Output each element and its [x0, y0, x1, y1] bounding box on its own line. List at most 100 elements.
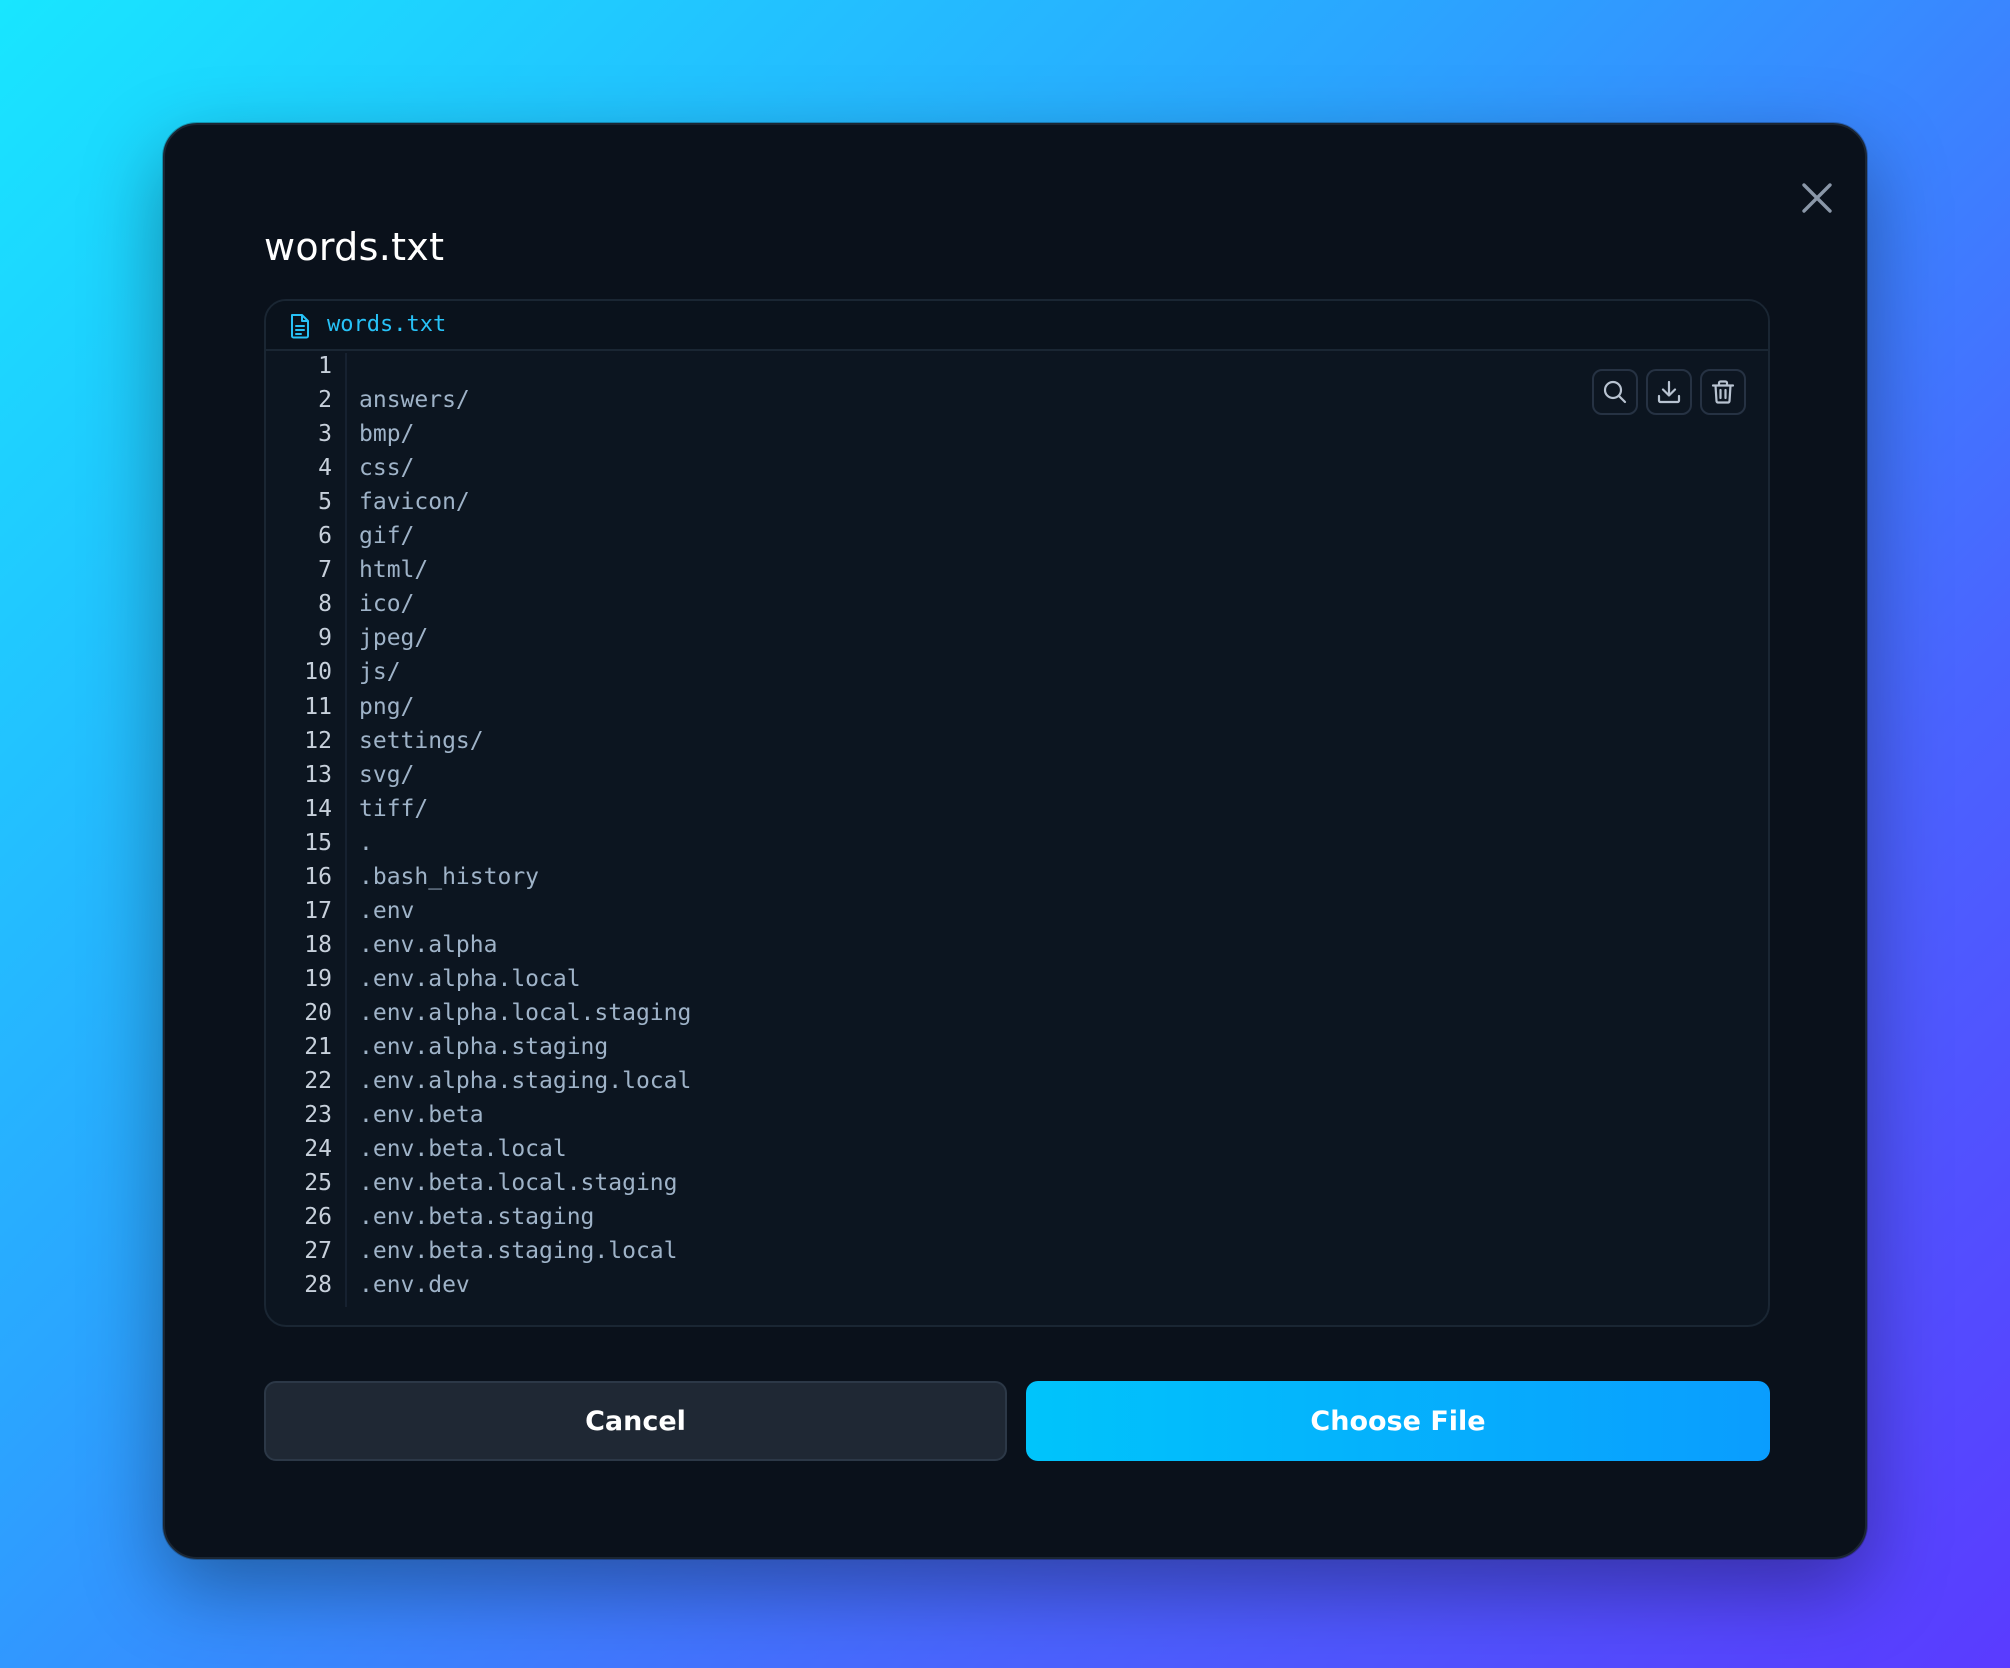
code-line: 2 answers/	[266, 383, 1768, 417]
line-text: tiff/	[359, 795, 429, 822]
download-button[interactable]	[1646, 369, 1692, 415]
code-line: 22 .env.alpha.staging.local	[266, 1064, 1768, 1098]
code-line: 13 svg/	[266, 758, 1768, 792]
line-text: favicon/	[359, 489, 470, 516]
code-line: 23 .env.beta	[266, 1098, 1768, 1132]
code-line: 17 .env	[266, 894, 1768, 928]
line-text: .env.alpha	[359, 931, 498, 958]
code-line: 24 .env.beta.local	[266, 1132, 1768, 1166]
line-number: 22	[304, 1068, 332, 1095]
line-number: 13	[304, 761, 332, 788]
code-body[interactable]: 1 2 answers/3 bmp/4 css/5 favicon/6 gif/7 html/…	[266, 353, 1768, 1325]
line-number: 10	[304, 659, 332, 686]
line-text: .	[359, 829, 373, 856]
line-number: 17	[304, 897, 332, 924]
line-text: ico/	[359, 591, 415, 618]
line-number: 7	[318, 557, 332, 584]
line-number: 9	[318, 625, 332, 652]
line-number: 8	[318, 591, 332, 618]
download-icon	[1657, 380, 1681, 404]
line-text: .env.beta.staging	[359, 1204, 595, 1231]
code-line: 1	[266, 349, 1768, 383]
code-line: 19 .env.alpha.local	[266, 962, 1768, 996]
editor-toolbar	[1592, 369, 1746, 415]
line-text: .env	[359, 897, 415, 924]
code-line: 12 settings/	[266, 724, 1768, 758]
line-number: 25	[304, 1170, 332, 1197]
line-number: 16	[304, 863, 332, 890]
line-text: .env.alpha.local	[359, 965, 581, 992]
line-text: .env.alpha.local.staging	[359, 999, 692, 1026]
close-icon	[1802, 183, 1832, 213]
line-number: 5	[318, 489, 332, 516]
code-line: 14 tiff/	[266, 792, 1768, 826]
trash-icon	[1711, 380, 1735, 404]
file-text-icon	[291, 314, 309, 339]
line-text: js/	[359, 659, 401, 686]
line-text: css/	[359, 455, 415, 482]
line-text: .env.beta.local	[359, 1136, 567, 1163]
code-line: 4 css/	[266, 451, 1768, 485]
line-number: 23	[304, 1102, 332, 1129]
line-number: 28	[304, 1272, 332, 1299]
line-text: .env.beta.local.staging	[359, 1170, 678, 1197]
line-text: .env.alpha.staging.local	[359, 1068, 692, 1095]
file-preview-dialog: words.txt words.txt 1 2 answers/ 3 bmp/ …	[163, 123, 1867, 1559]
code-line: 26 .env.beta.staging	[266, 1200, 1768, 1234]
delete-button[interactable]	[1700, 369, 1746, 415]
code-line: 8 ico/	[266, 587, 1768, 621]
code-line: 16 .bash_history	[266, 860, 1768, 894]
line-number: 4	[318, 455, 332, 482]
line-text: bmp/	[359, 421, 415, 448]
line-number: 18	[304, 931, 332, 958]
line-text: .bash_history	[359, 863, 540, 890]
line-text: .env.beta	[359, 1102, 484, 1129]
line-number: 19	[304, 965, 332, 992]
code-line: 21 .env.alpha.staging	[266, 1030, 1768, 1064]
file-content-viewer: words.txt 1 2 answers/ 3 bmp/ 4 css/ 5 f…	[264, 299, 1770, 1327]
line-text: gif/	[359, 523, 415, 550]
editor-header: words.txt	[266, 301, 1768, 351]
line-number: 2	[318, 387, 332, 414]
choose-file-button[interactable]: Choose File	[1026, 1381, 1770, 1461]
search-icon	[1603, 380, 1627, 404]
line-number: 6	[318, 523, 332, 550]
cancel-button[interactable]: Cancel	[264, 1381, 1007, 1461]
code-line: 18 .env.alpha	[266, 928, 1768, 962]
line-number: 11	[304, 693, 332, 720]
code-line: 27 .env.beta.staging.local	[266, 1234, 1768, 1268]
line-number: 21	[304, 1034, 332, 1060]
line-text: .env.beta.staging.local	[359, 1238, 678, 1265]
line-text: svg/	[359, 761, 415, 788]
line-text: png/	[359, 693, 415, 720]
line-number: 14	[304, 795, 332, 822]
line-text: jpeg/	[359, 625, 429, 652]
code-line: 11 png/	[266, 690, 1768, 724]
code-line: 10 js/	[266, 655, 1768, 689]
code-line: 3 bmp/	[266, 417, 1768, 451]
close-button[interactable]	[1782, 163, 1852, 233]
code-line: 25 .env.beta.local.staging	[266, 1166, 1768, 1200]
line-number: 20	[304, 999, 332, 1026]
line-number: 26	[304, 1204, 332, 1231]
line-number: 1	[318, 353, 332, 379]
code-line: 15.	[266, 826, 1768, 860]
line-text: settings/	[359, 727, 484, 754]
code-line: 5 favicon/	[266, 485, 1768, 519]
line-text: answers/	[359, 387, 470, 414]
line-text: html/	[359, 557, 429, 584]
dialog-title: words.txt	[264, 225, 445, 269]
line-number: 12	[304, 727, 332, 754]
line-number: 15	[304, 829, 332, 856]
line-text: .env.alpha.staging	[359, 1034, 609, 1060]
code-line: 7 html/	[266, 553, 1768, 587]
line-number: 3	[318, 421, 332, 448]
search-button[interactable]	[1592, 369, 1638, 415]
code-line: 9 jpeg/	[266, 621, 1768, 655]
line-text: .env.dev	[359, 1272, 470, 1299]
code-line: 6 gif/	[266, 519, 1768, 553]
line-number: 27	[304, 1238, 332, 1265]
code-line: 28 .env.dev	[266, 1268, 1768, 1302]
line-number: 24	[304, 1136, 332, 1163]
editor-file-name: words.txt	[327, 312, 447, 337]
